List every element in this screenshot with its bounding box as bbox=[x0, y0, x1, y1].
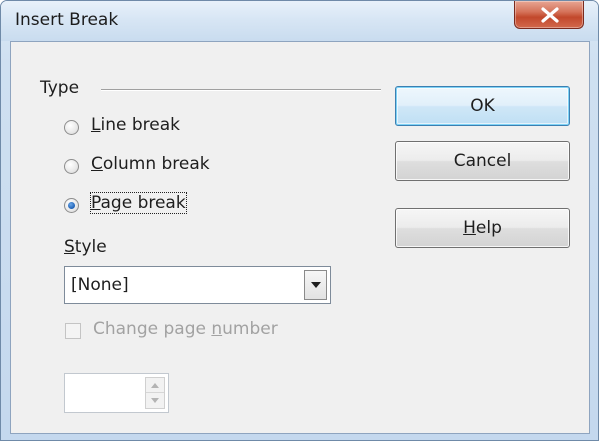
type-group-divider bbox=[101, 89, 381, 91]
line-break-radio[interactable] bbox=[64, 120, 79, 135]
style-dropdown[interactable]: [None] bbox=[64, 266, 331, 304]
cancel-button[interactable]: Cancel bbox=[395, 141, 570, 181]
title-bar[interactable]: Insert Break bbox=[1, 1, 598, 41]
change-page-number-label[interactable]: Change page number bbox=[93, 319, 278, 339]
spinner-arrows[interactable] bbox=[145, 377, 165, 409]
dialog-body: Type Line break Column break Page break … bbox=[10, 41, 590, 434]
spinner-down-button[interactable] bbox=[146, 393, 164, 408]
column-break-label[interactable]: Column break bbox=[91, 154, 210, 174]
close-icon bbox=[541, 7, 559, 23]
arrow-up-icon bbox=[151, 383, 159, 388]
style-label: Style bbox=[64, 237, 107, 257]
change-page-number-checkbox[interactable] bbox=[65, 323, 81, 339]
insert-break-dialog: Insert Break Type Line break Column brea… bbox=[0, 0, 599, 441]
type-group-label: Type bbox=[40, 78, 80, 98]
style-dropdown-button[interactable] bbox=[304, 270, 327, 300]
page-number-spinner[interactable] bbox=[64, 373, 169, 413]
page-break-radio[interactable] bbox=[64, 198, 79, 213]
spinner-up-button[interactable] bbox=[146, 378, 164, 393]
chevron-down-icon bbox=[311, 282, 321, 288]
page-break-label[interactable]: Page break bbox=[90, 192, 187, 214]
help-button[interactable]: Help bbox=[395, 208, 570, 248]
close-button[interactable] bbox=[514, 1, 584, 29]
dialog-title: Insert Break bbox=[15, 10, 119, 30]
style-dropdown-value: [None] bbox=[71, 275, 129, 295]
column-break-radio[interactable] bbox=[64, 159, 79, 174]
line-break-label[interactable]: Line break bbox=[91, 115, 180, 135]
ok-button[interactable]: OK bbox=[395, 86, 570, 126]
arrow-down-icon bbox=[151, 398, 159, 403]
